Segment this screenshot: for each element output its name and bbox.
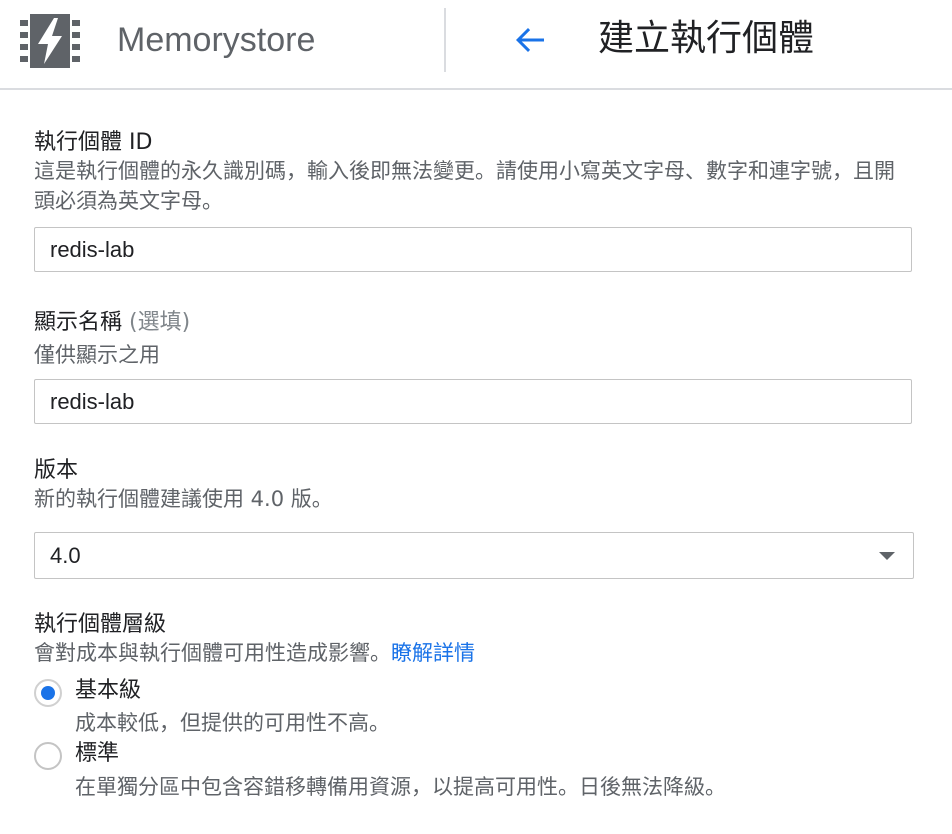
display-name-label-text: 顯示名稱 (34, 310, 123, 335)
tier-help: 會對成本與執行個體可用性造成影響。瞭解詳情 (34, 638, 914, 668)
tier-basic-radio[interactable] (34, 679, 62, 707)
version-select[interactable]: 4.0 (34, 532, 914, 579)
dropdown-caret-icon (879, 552, 895, 560)
tier-label: 執行個體層級 (34, 612, 167, 637)
product-name[interactable]: Memorystore (117, 18, 315, 62)
tier-standard-label[interactable]: 標準 (75, 739, 119, 769)
version-selected-value: 4.0 (50, 543, 81, 568)
instance-id-help: 這是執行個體的永久識別碼，輸入後即無法變更。請使用小寫英文字母、數字和連字號，且… (34, 159, 895, 213)
tier-standard-radio[interactable] (34, 742, 62, 770)
display-name-help: 僅供顯示之用 (34, 343, 160, 367)
arrow-back-icon[interactable] (512, 22, 548, 58)
header-divider (444, 8, 446, 72)
optional-tag: (選填) (129, 310, 191, 335)
tier-help-text: 會對成本與執行個體可用性造成影響。 (34, 641, 391, 665)
tier-basic-description: 成本較低，但提供的可用性不高。 (75, 711, 390, 735)
learn-more-link[interactable]: 瞭解詳情 (391, 641, 475, 665)
radio-selected-dot (41, 686, 55, 700)
tier-basic-label[interactable]: 基本級 (75, 676, 141, 706)
display-name-label: 顯示名稱 (選填) (34, 308, 190, 338)
display-name-input[interactable] (34, 379, 912, 424)
version-label: 版本 (34, 458, 79, 483)
page-title: 建立執行個體 (598, 18, 815, 59)
top-bar: Memorystore 建立執行個體 (0, 0, 952, 90)
tier-standard-description: 在單獨分區中包含容錯移轉備用資源，以提高可用性。日後無法降級。 (75, 775, 726, 799)
memorystore-logo-icon (20, 14, 80, 68)
version-help: 新的執行個體建議使用 4.0 版。 (34, 487, 333, 511)
instance-id-input[interactable] (34, 227, 912, 272)
instance-id-label: 執行個體 ID (34, 130, 153, 155)
